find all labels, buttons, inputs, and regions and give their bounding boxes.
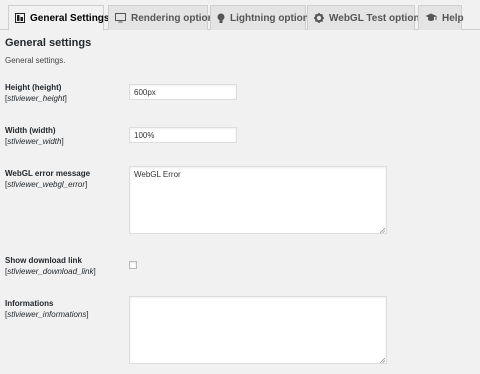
section-description: General settings. [5,56,66,65]
informations-textarea[interactable] [129,296,387,364]
webgl-error-text: WebGL Error [134,170,181,179]
height-field-label: Height (height) [stlviewer_height] [5,82,67,104]
lightbulb-icon [217,13,225,24]
height-option-name: [stlviewer_height] [5,94,67,103]
section-title: General settings [5,37,92,49]
monitor-icon [115,13,126,23]
informations-label: Informations [5,299,54,308]
tab-label: WebGL Test options [329,12,426,24]
resize-grip-icon[interactable] [379,356,386,364]
tab-label: Lightning options [230,12,315,24]
gear-icon [314,13,324,23]
webgl-error-option-name: [stlviewer_webgl_error] [5,180,88,189]
webgl-error-label: WebGL error message [5,169,91,178]
webgl-error-textarea[interactable]: WebGL Error [129,166,387,234]
informations-option-name: [stlviewer_informations] [5,310,89,319]
webgl-error-field-label: WebGL error message [stlviewer_webgl_err… [5,168,90,190]
width-field-label: Width (width) [stlviewer_width] [5,125,64,147]
height-label: Height (height) [5,83,62,92]
dashboard-icon [15,13,25,23]
tab-lightning-options[interactable]: Lightning options [210,5,314,30]
tab-webgl-test-options[interactable]: WebGL Test options [307,5,425,30]
width-option-name: [stlviewer_width] [5,137,64,146]
download-link-checkbox[interactable] [129,261,137,269]
download-link-field-label: Show download link [stlviewer_download_l… [5,255,96,277]
download-link-option-name: [stlviewer_download_link] [5,267,96,276]
width-input[interactable]: 100% [129,127,237,143]
tab-label: Help [442,12,464,24]
height-input[interactable]: 600px [129,84,237,100]
tab-general-settings[interactable]: General Settings [8,5,109,31]
tab-help[interactable]: Help [418,5,464,30]
tab-label: General Settings [30,12,110,24]
tab-label: Rendering options [131,12,220,24]
resize-grip-icon[interactable] [379,226,386,234]
download-link-label: Show download link [5,256,82,265]
settings-tab-bar: General Settings Rendering options Light… [0,0,480,31]
mortarboard-icon [425,13,437,23]
informations-field-label: Informations [stlviewer_informations] [5,298,89,320]
width-label: Width (width) [5,126,56,135]
tab-rendering-options[interactable]: Rendering options [108,5,219,30]
